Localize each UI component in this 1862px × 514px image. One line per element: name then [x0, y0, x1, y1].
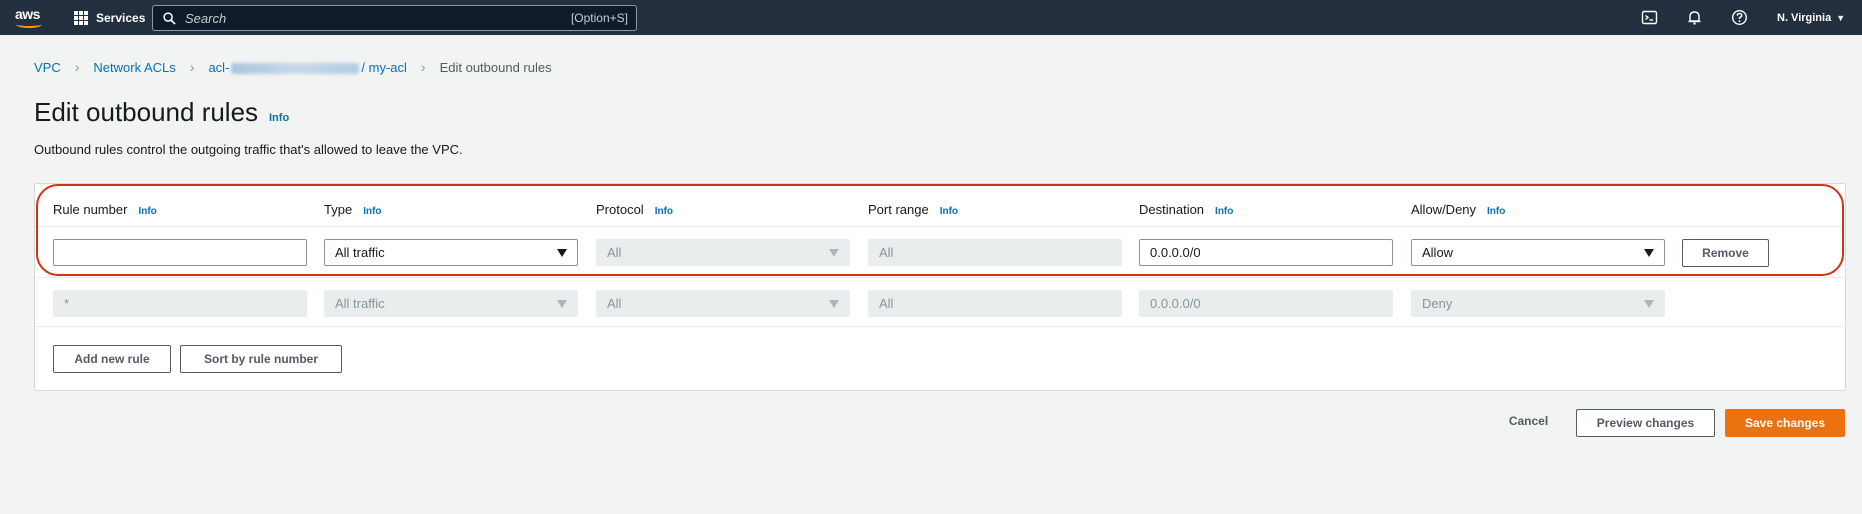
top-navigation: aws Services [Option+S] N. Virginia ▼	[0, 0, 1862, 35]
services-grid-icon	[74, 10, 88, 25]
default-port-range: All	[868, 290, 1122, 317]
type-info-link[interactable]: Info	[363, 206, 381, 217]
dropdown-arrow-icon	[1644, 300, 1654, 308]
header-protocol: Protocol Info	[596, 202, 674, 217]
port-range-input: All	[868, 239, 1122, 266]
preview-changes-button[interactable]: Preview changes	[1576, 409, 1715, 437]
default-type-select: All traffic	[324, 290, 578, 317]
default-protocol-select: All	[596, 290, 850, 317]
title-info-link[interactable]: Info	[269, 112, 289, 124]
acl-id-prefix: acl-	[208, 59, 230, 75]
page-description: Outbound rules control the outgoing traf…	[34, 142, 463, 157]
bell-icon[interactable]	[1686, 9, 1703, 26]
dropdown-arrow-icon	[557, 249, 567, 257]
dropdown-arrow-icon	[1644, 249, 1654, 257]
header-allow-deny: Allow/Deny Info	[1411, 202, 1506, 217]
header-rule-number: Rule number Info	[53, 202, 157, 217]
breadcrumb-vpc[interactable]: VPC	[34, 60, 61, 75]
cloudshell-icon[interactable]	[1641, 9, 1658, 26]
breadcrumb-acl[interactable]: acl- / my-acl	[208, 60, 406, 75]
type-select[interactable]: All traffic	[324, 239, 578, 266]
aws-logo-text: aws	[15, 6, 40, 22]
protocol-info-link[interactable]: Info	[655, 206, 673, 217]
default-destination: 0.0.0.0/0	[1139, 290, 1393, 317]
services-label: Services	[96, 10, 146, 25]
cancel-button[interactable]: Cancel	[1492, 407, 1565, 435]
breadcrumb-network-acls[interactable]: Network ACLs	[93, 60, 175, 75]
header-port-range: Port range Info	[868, 202, 959, 217]
rules-panel: Rule number Info Type Info Protocol Info Po…	[34, 183, 1847, 391]
breadcrumb-current: Edit outbound rules	[439, 59, 552, 75]
destination-info-link[interactable]: Info	[1215, 206, 1233, 217]
port-range-info-link[interactable]: Info	[940, 206, 958, 217]
divider	[35, 226, 1847, 227]
divider	[35, 277, 1847, 278]
redacted-acl-id	[231, 62, 360, 74]
add-new-rule-button[interactable]: Add new rule	[53, 345, 171, 373]
divider	[35, 326, 1847, 327]
save-changes-button[interactable]: Save changes	[1725, 409, 1845, 437]
rule-number-input[interactable]	[53, 239, 307, 266]
chevron-right-icon: ›	[74, 59, 80, 75]
region-label: N. Virginia	[1777, 11, 1832, 24]
aws-logo[interactable]: aws	[14, 4, 44, 30]
chevron-right-icon: ›	[420, 59, 426, 75]
page-title: Edit outbound rules	[34, 97, 259, 127]
default-rule-number: *	[53, 290, 307, 317]
default-allow-deny-select: Deny	[1411, 290, 1665, 317]
help-icon[interactable]	[1731, 9, 1748, 26]
services-menu-button[interactable]: Services	[74, 0, 145, 35]
sort-by-rule-number-button[interactable]: Sort by rule number	[180, 345, 342, 373]
dropdown-arrow-icon	[829, 300, 839, 308]
header-destination: Destination Info	[1139, 202, 1234, 217]
region-selector[interactable]: N. Virginia ▼	[1777, 0, 1845, 35]
dropdown-arrow-icon	[829, 249, 839, 257]
protocol-select: All	[596, 239, 850, 266]
breadcrumb: VPC › Network ACLs › acl- / my-acl › Edit…	[34, 59, 552, 75]
caret-down-icon: ▼	[1836, 12, 1846, 23]
search-input[interactable]	[185, 10, 571, 26]
search-box[interactable]: [Option+S]	[152, 5, 637, 31]
aws-smile-icon	[16, 21, 42, 28]
header-type: Type Info	[324, 202, 382, 217]
allow-deny-info-link[interactable]: Info	[1487, 206, 1505, 217]
acl-name: / my-acl	[361, 59, 407, 75]
search-icon	[163, 11, 176, 25]
chevron-right-icon: ›	[189, 59, 195, 75]
search-shortcut-hint: [Option+S]	[570, 11, 628, 25]
rule-number-info-link[interactable]: Info	[138, 206, 156, 217]
destination-input[interactable]	[1139, 239, 1393, 266]
dropdown-arrow-icon	[557, 300, 567, 308]
allow-deny-select[interactable]: Allow	[1411, 239, 1665, 266]
remove-button[interactable]: Remove	[1682, 239, 1769, 267]
